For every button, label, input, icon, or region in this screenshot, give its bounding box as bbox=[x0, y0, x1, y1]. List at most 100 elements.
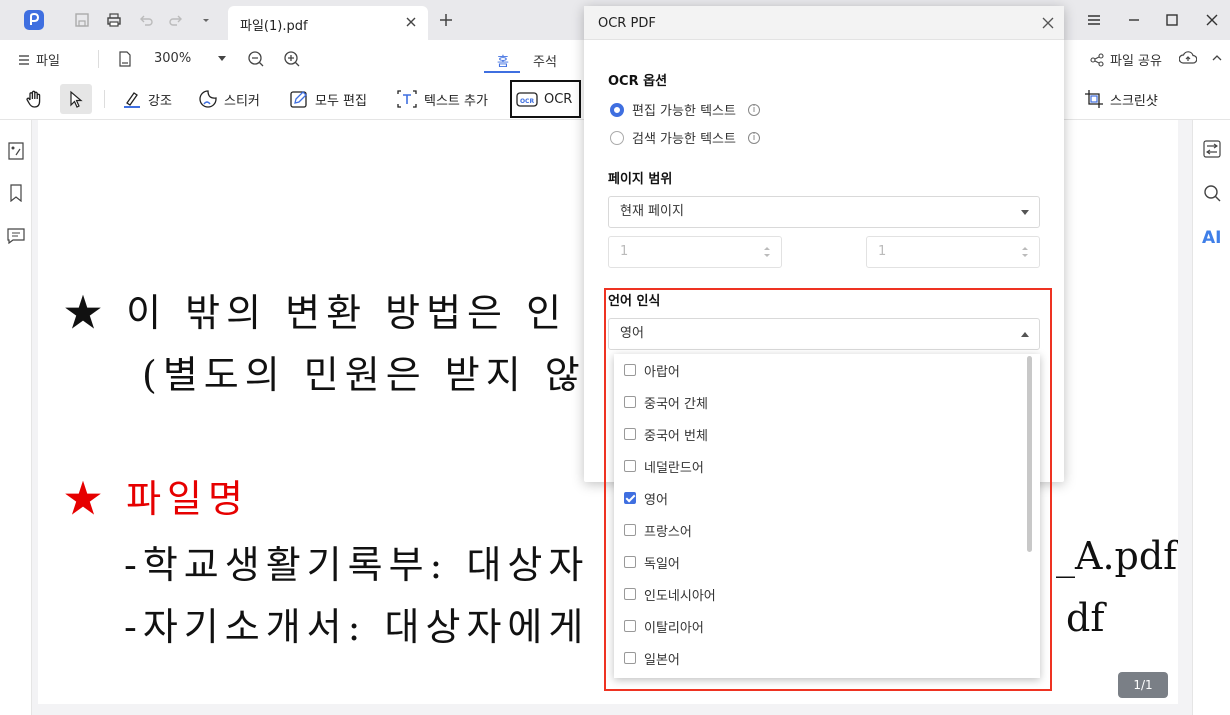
doc-line-5-tail: df bbox=[1066, 596, 1105, 640]
add-text-button[interactable]: 텍스트 추가 bbox=[396, 86, 488, 112]
language-option[interactable]: 이탈리아어 bbox=[624, 610, 704, 642]
ai-assistant-icon[interactable]: AI bbox=[1202, 228, 1221, 248]
edit-icon bbox=[290, 91, 307, 108]
language-checkbox[interactable] bbox=[624, 428, 636, 440]
doc-line-1: ★ 이 밖의 변환 방법은 인 bbox=[64, 291, 568, 335]
language-option-label: 프랑스어 bbox=[644, 524, 692, 540]
collapse-ribbon-icon[interactable] bbox=[1212, 54, 1222, 62]
language-checkbox[interactable] bbox=[624, 620, 636, 632]
close-dialog-icon[interactable] bbox=[1040, 15, 1056, 31]
properties-panel-icon[interactable] bbox=[1203, 140, 1221, 158]
range-to-value: 1 bbox=[878, 244, 887, 259]
edit-all-button[interactable]: 모두 편집 bbox=[289, 86, 367, 112]
screenshot-button[interactable]: 스크린샷 bbox=[1084, 86, 1158, 112]
file-menu-label: 파일 bbox=[36, 54, 60, 69]
hamburger-menu-icon[interactable] bbox=[1084, 10, 1104, 30]
radio-searchable-label: 검색 가능한 텍스트 bbox=[632, 132, 736, 147]
page-range-select[interactable]: 현재 페이지 bbox=[608, 196, 1040, 228]
language-option-label: 네덜란드어 bbox=[644, 460, 704, 476]
language-option-label: 독일어 bbox=[644, 556, 680, 572]
language-option[interactable]: 중국어 번체 bbox=[624, 418, 708, 450]
language-option[interactable]: 네덜란드어 bbox=[624, 450, 704, 482]
cursor-icon bbox=[70, 90, 83, 108]
radio-searchable-text[interactable]: 검색 가능한 텍스트 i bbox=[610, 128, 760, 147]
language-option[interactable]: 중국어 간체 bbox=[624, 386, 708, 418]
highlight-button[interactable]: 강조 bbox=[122, 86, 172, 112]
search-icon[interactable] bbox=[1203, 184, 1221, 202]
language-checkbox[interactable] bbox=[624, 524, 636, 536]
range-from-value: 1 bbox=[620, 244, 629, 259]
language-checkbox[interactable] bbox=[624, 364, 636, 376]
page-indicator: 1/1 bbox=[1118, 672, 1168, 698]
file-menu[interactable]: 파일 bbox=[18, 50, 60, 69]
zoom-out-icon[interactable] bbox=[247, 50, 265, 68]
language-option-label: 영어 bbox=[644, 492, 668, 508]
language-option-label: 일본어 bbox=[644, 652, 680, 668]
range-to-input[interactable]: 1 bbox=[866, 236, 1040, 268]
app-logo-icon bbox=[24, 10, 44, 30]
highlight-label: 강조 bbox=[148, 93, 172, 109]
zoom-in-icon[interactable] bbox=[283, 50, 301, 68]
dropdown-scrollbar[interactable] bbox=[1027, 356, 1032, 552]
doc-line-3: ★ 파일명 bbox=[64, 477, 249, 521]
language-option[interactable]: 영어 bbox=[624, 482, 668, 514]
language-option[interactable]: 아랍어 bbox=[624, 354, 680, 386]
quick-access-dropdown-icon[interactable] bbox=[196, 10, 216, 30]
add-text-label: 텍스트 추가 bbox=[424, 93, 488, 109]
info-icon[interactable]: i bbox=[747, 103, 760, 116]
language-checkbox[interactable] bbox=[624, 652, 636, 664]
radio-searchable-dot[interactable] bbox=[610, 130, 624, 145]
language-option-label: 인도네시아어 bbox=[644, 588, 716, 604]
page-view-icon[interactable] bbox=[118, 51, 132, 67]
edit-all-label: 모두 편집 bbox=[315, 93, 367, 109]
stepper-icon[interactable] bbox=[763, 245, 771, 259]
zoom-dropdown-icon[interactable] bbox=[218, 56, 226, 62]
minimize-icon[interactable] bbox=[1124, 10, 1144, 30]
redo-icon[interactable] bbox=[166, 10, 186, 30]
hand-tool-button[interactable] bbox=[20, 86, 48, 112]
maximize-icon[interactable] bbox=[1162, 10, 1182, 30]
save-icon[interactable] bbox=[72, 10, 92, 30]
doc-line-4: -학교생활기록부: 대상자 bbox=[124, 543, 590, 587]
radio-editable-text[interactable]: 편집 가능한 텍스트 i bbox=[610, 100, 760, 119]
language-checkbox[interactable] bbox=[624, 588, 636, 600]
sticker-button[interactable]: 스티커 bbox=[198, 86, 260, 112]
cloud-upload-icon[interactable] bbox=[1179, 50, 1197, 66]
tab-home[interactable]: 홈 bbox=[497, 51, 509, 70]
language-checkbox-checked[interactable] bbox=[624, 492, 636, 504]
language-select[interactable]: 영어 bbox=[608, 318, 1040, 350]
close-window-icon[interactable] bbox=[1202, 10, 1222, 30]
tab-home-underline bbox=[484, 71, 520, 73]
document-tab-label: 파일(1).pdf bbox=[240, 19, 308, 34]
dialog-header: OCR PDF bbox=[584, 6, 1064, 40]
range-from-input[interactable]: 1 bbox=[608, 236, 782, 268]
language-checkbox[interactable] bbox=[624, 396, 636, 408]
language-option[interactable]: 일본어 bbox=[624, 642, 680, 674]
language-checkbox[interactable] bbox=[624, 556, 636, 568]
info-icon[interactable]: i bbox=[747, 131, 760, 144]
page-thumbnails-icon[interactable] bbox=[7, 142, 25, 160]
document-tab[interactable]: 파일(1).pdf bbox=[228, 6, 428, 40]
language-option[interactable]: 인도네시아어 bbox=[624, 578, 716, 610]
language-option[interactable]: 독일어 bbox=[624, 546, 680, 578]
print-icon[interactable] bbox=[104, 10, 124, 30]
zoom-level[interactable]: 300% bbox=[154, 51, 191, 66]
stepper-icon[interactable] bbox=[1021, 245, 1029, 259]
new-tab-icon[interactable] bbox=[436, 10, 456, 30]
sticker-label: 스티커 bbox=[224, 93, 260, 109]
language-option[interactable]: 프랑스어 bbox=[624, 514, 692, 546]
close-tab-icon[interactable] bbox=[404, 15, 418, 29]
chevron-down-icon bbox=[1021, 210, 1029, 215]
ocr-button-outline bbox=[510, 80, 581, 118]
ocr-options-heading: OCR 옵션 bbox=[608, 74, 668, 89]
language-checkbox[interactable] bbox=[624, 460, 636, 472]
share-file-button[interactable]: 파일 공유 bbox=[1090, 50, 1162, 69]
tab-annotate[interactable]: 주석 bbox=[533, 51, 557, 70]
comments-icon[interactable] bbox=[7, 228, 25, 244]
undo-icon[interactable] bbox=[136, 10, 156, 30]
dialog-title: OCR PDF bbox=[598, 16, 656, 31]
select-tool-button[interactable] bbox=[60, 84, 92, 114]
radio-editable-dot[interactable] bbox=[610, 102, 624, 117]
page-range-value: 현재 페이지 bbox=[620, 204, 684, 219]
bookmark-icon[interactable] bbox=[8, 184, 24, 202]
